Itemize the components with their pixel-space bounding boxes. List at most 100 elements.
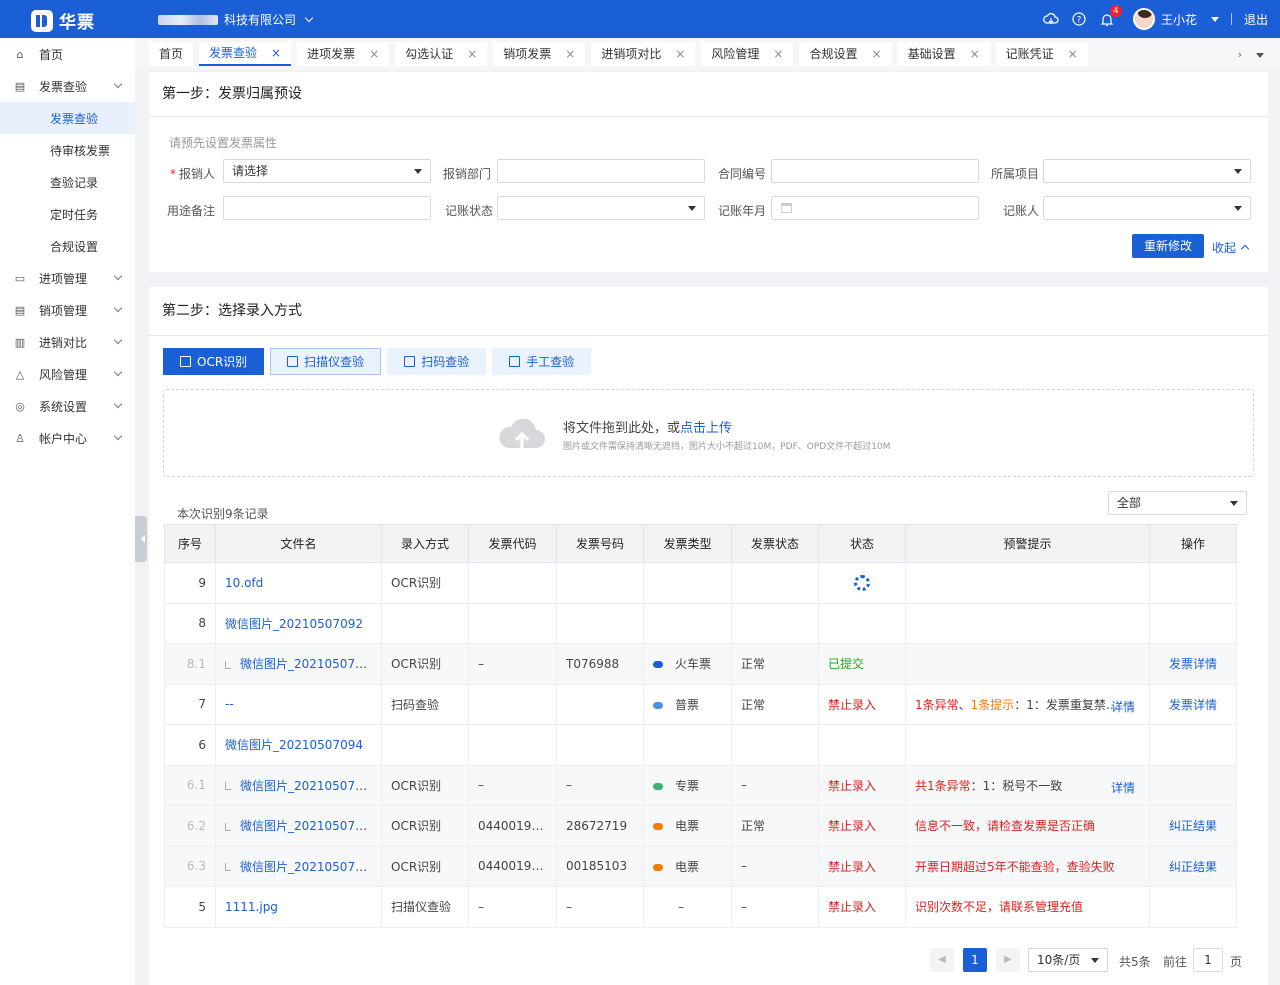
warning-text: 、: [958, 697, 971, 712]
sidebar-item-label: 查验记录: [50, 175, 99, 190]
reimburser-select[interactable]: 请选择: [223, 159, 431, 183]
sidebar-item[interactable]: ◎ 系统设置: [0, 390, 135, 422]
sidebar-item-label: 系统设置: [39, 399, 88, 414]
input-method-button[interactable]: 手工查验: [492, 348, 592, 375]
booking-status-label: 记账状态: [444, 204, 493, 218]
close-icon[interactable]: ×: [970, 42, 980, 66]
file-link[interactable]: 微信图片_20210507092: [225, 617, 363, 631]
action-link[interactable]: 发票详情: [1169, 698, 1217, 712]
tab[interactable]: 发票查验 ×: [199, 41, 292, 66]
tab[interactable]: 记账凭证 ×: [995, 42, 1088, 66]
action-link[interactable]: 发票详情: [1169, 657, 1217, 671]
prev-page-button[interactable]: ◀: [930, 948, 954, 972]
loading-spinner-icon: [854, 574, 870, 591]
column-header: 发票类型: [643, 524, 732, 563]
tab[interactable]: 勾选认证 ×: [395, 42, 488, 66]
action-link[interactable]: 纠正结果: [1169, 860, 1217, 874]
file-link[interactable]: 1111.jpg: [225, 900, 278, 914]
tab[interactable]: 进销项对比 ×: [591, 42, 696, 66]
input-method-button[interactable]: 扫描仪查验: [270, 348, 382, 375]
sidebar-item[interactable]: ▥ 进销对比: [0, 326, 135, 358]
contract-input[interactable]: [771, 159, 979, 183]
close-icon[interactable]: ×: [467, 42, 477, 66]
sidebar-collapse-handle[interactable]: [135, 516, 147, 562]
sidebar-item[interactable]: ♙ 帐户中心: [0, 422, 135, 454]
chevron-down-icon: [113, 335, 123, 345]
sidebar-item[interactable]: △ 风险管理: [0, 358, 135, 390]
input-method-button[interactable]: OCR识别: [163, 348, 265, 375]
help-icon[interactable]: ?: [1071, 11, 1087, 27]
collapse-link[interactable]: 收起: [1212, 239, 1250, 256]
invoice-number: –: [556, 764, 644, 806]
upload-cloud-icon: [499, 418, 545, 450]
upload-link[interactable]: 点击上传: [680, 421, 732, 436]
tab-bar: 首页 发票查验 × 进项发票 × 勾选认证 × 销项发票 × 进销项对比 × 风险管理 × 合规设置 × 基础…: [135, 38, 1280, 70]
sidebar-item[interactable]: ▤ 发票查验: [0, 70, 135, 102]
pagination: ◀ 1 ▶ 10条/页 共5条 前往 1 页: [149, 935, 1268, 985]
project-select[interactable]: [1043, 159, 1251, 183]
dept-input[interactable]: [497, 159, 705, 183]
close-icon[interactable]: ×: [271, 41, 281, 65]
action-link[interactable]: 纠正结果: [1169, 819, 1217, 833]
tab[interactable]: 风险管理 ×: [701, 42, 794, 66]
chevron-down-icon: [113, 367, 123, 377]
sidebar-item[interactable]: 发票查验: [0, 102, 135, 134]
sidebar-item[interactable]: 查验记录: [0, 166, 135, 198]
close-icon[interactable]: ×: [675, 42, 685, 66]
sidebar-item[interactable]: 定时任务: [0, 198, 135, 230]
status-text: 已提交: [828, 657, 865, 672]
bookkeeper-select[interactable]: [1043, 196, 1251, 220]
close-icon[interactable]: ×: [773, 42, 783, 66]
tab[interactable]: 合规设置 ×: [799, 42, 892, 66]
sidebar-item[interactable]: ▭ 进项管理: [0, 262, 135, 294]
warning-text: 1条提示: [970, 697, 1015, 712]
detail-link[interactable]: 详情: [1111, 698, 1135, 715]
page-size-select[interactable]: 10条/页: [1028, 948, 1108, 972]
invoice-type-cell: [643, 602, 732, 644]
file-link[interactable]: 微信图片_20210507094: [225, 738, 363, 752]
table-row: 7 -- 扫码查验 普票 正常 禁止录入 1条异常、1条提示：1：发票重复禁… 详情 发票详情: [164, 683, 1237, 725]
file-link[interactable]: 微信图片_20210507094_2: [240, 819, 381, 833]
logo[interactable]: 华票: [31, 8, 95, 33]
sidebar-item[interactable]: 待审核发票: [0, 134, 135, 166]
bell-icon[interactable]: 4: [1099, 5, 1122, 27]
note-input[interactable]: [223, 196, 431, 220]
close-icon[interactable]: ×: [1068, 42, 1078, 66]
page-1-button[interactable]: 1: [963, 948, 987, 972]
caret-down-icon: [1230, 501, 1238, 510]
file-link[interactable]: 微信图片_20210507094_1: [240, 779, 381, 793]
modify-button[interactable]: 重新修改: [1132, 234, 1204, 258]
tab[interactable]: 首页: [149, 42, 194, 66]
tab-menu-caret-icon[interactable]: [1256, 53, 1264, 62]
booking-status-select[interactable]: [497, 196, 705, 220]
goto-page-input[interactable]: 1: [1193, 948, 1223, 972]
cloud-icon[interactable]: [1043, 11, 1059, 27]
booking-month-picker[interactable]: [771, 196, 979, 220]
input-method-button[interactable]: 扫码查验: [387, 348, 487, 375]
tab[interactable]: 进项发票 ×: [297, 42, 390, 66]
tab[interactable]: 基础设置 ×: [897, 42, 990, 66]
method-icon: [287, 356, 299, 367]
detail-link[interactable]: 详情: [1111, 779, 1135, 796]
file-link[interactable]: 10.ofd: [225, 576, 263, 590]
file-link[interactable]: --: [225, 697, 234, 711]
upload-dropzone[interactable]: 将文件拖到此处，或点击上传 图片或文件需保持清晰无遮挡，图片大小不超过10M，P…: [163, 389, 1254, 477]
logout-link[interactable]: 退出: [1244, 11, 1268, 28]
company-name-redacted: [158, 14, 218, 25]
sidebar-item[interactable]: ⌂ 首页: [0, 38, 135, 70]
tab[interactable]: 销项发票 ×: [493, 42, 586, 66]
file-link[interactable]: 微信图片_20210507092_1: [240, 657, 381, 671]
file-link[interactable]: 微信图片_20210507094_3: [240, 860, 381, 874]
next-page-button[interactable]: ▶: [996, 948, 1020, 972]
close-icon[interactable]: ×: [872, 42, 882, 66]
sidebar-item[interactable]: 合规设置: [0, 230, 135, 262]
result-filter-select[interactable]: 全部: [1108, 491, 1247, 515]
tab-scroll-right-icon[interactable]: ›: [1238, 48, 1242, 62]
close-icon[interactable]: ×: [369, 42, 379, 66]
column-header: 状态: [818, 524, 906, 563]
user-menu[interactable]: 王小花: [1132, 8, 1219, 30]
action-cell: 纠正结果: [1149, 805, 1237, 847]
company-switcher[interactable]: 科技有限公司: [158, 11, 314, 28]
sidebar-item[interactable]: ▤ 销项管理: [0, 294, 135, 326]
close-icon[interactable]: ×: [565, 42, 575, 66]
